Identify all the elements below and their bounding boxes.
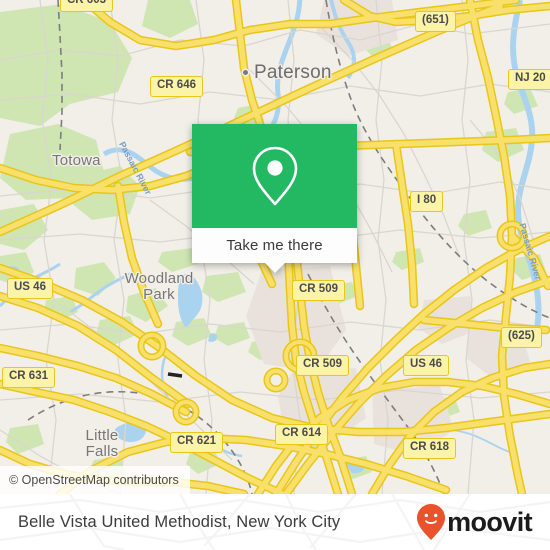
moovit-logo[interactable]: moovit: [416, 503, 533, 541]
osm-attribution-text: © OpenStreetMap contributors: [9, 473, 179, 487]
popup-cta-label: Take me there: [226, 237, 323, 254]
osm-attribution[interactable]: © OpenStreetMap contributors: [0, 466, 190, 494]
popup-pointer-tail: [263, 262, 286, 273]
city-dot-paterson: [243, 70, 248, 75]
footer-bar: Belle Vista United Methodist, New York C…: [0, 494, 550, 550]
location-popup[interactable]: Take me there: [192, 124, 357, 273]
popup-icon-area: [192, 124, 357, 228]
moovit-wordmark: moovit: [447, 506, 533, 537]
moovit-smiley-pin-icon: [417, 504, 446, 540]
location-title: Belle Vista United Methodist, New York C…: [18, 512, 341, 531]
popup-cta[interactable]: Take me there: [192, 228, 357, 273]
map-screenshot: Paterson Totowa Woodland Park Little Falls…: [0, 0, 550, 550]
map-canvas[interactable]: Paterson Totowa Woodland Park Little Falls…: [0, 0, 550, 494]
map-bridge-segment: [167, 372, 183, 378]
map-pin-icon: [252, 146, 297, 206]
